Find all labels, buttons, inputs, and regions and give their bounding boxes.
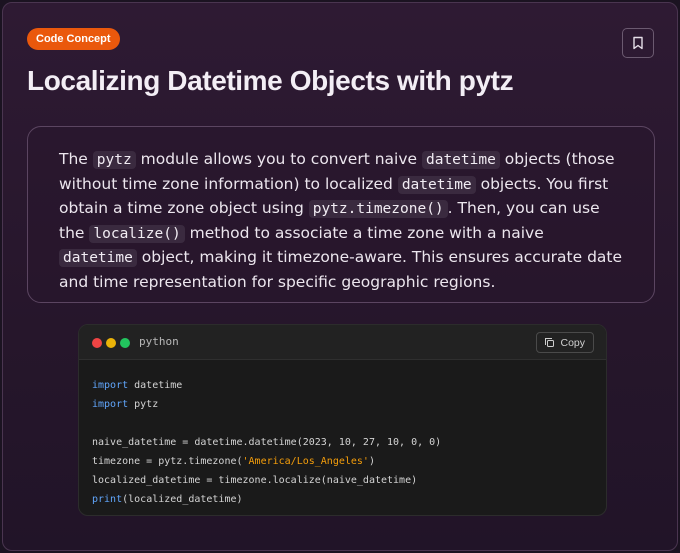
copy-icon — [545, 338, 555, 347]
code-language-label: python — [139, 335, 179, 348]
code-line: print(localized_datetime) — [92, 490, 606, 509]
code-keyword: import — [92, 380, 129, 391]
page-title: Localizing Datetime Objects with pytz — [27, 65, 514, 96]
code-line: naive_datetime = datetime.datetime(2023,… — [92, 433, 606, 452]
code-text: (localized_datetime) — [122, 494, 243, 505]
code-text: pytz — [128, 399, 159, 410]
inline-code: pytz.timezone() — [308, 200, 448, 219]
desc-text: object, making it timezone-aware. This e… — [59, 248, 623, 291]
code-keyword: import — [92, 399, 129, 410]
code-content[interactable]: import datetime import pytz naive_datetime… — [79, 360, 606, 509]
code-line: timezone = pytz.timezone('America/Los_An… — [92, 452, 606, 471]
code-text: localized_datetime = timezone.localize(n… — [92, 475, 418, 486]
inline-code: localize() — [89, 224, 185, 243]
inline-code: datetime — [59, 249, 137, 268]
inline-code: datetime — [397, 175, 476, 194]
code-text: naive_datetime = datetime.datetime(2023,… — [92, 437, 442, 448]
desc-text: method to associate a time zone with a n… — [184, 223, 544, 242]
bookmark-icon — [633, 36, 643, 50]
inline-code: datetime — [421, 151, 500, 169]
copy-label: Copy — [560, 336, 585, 349]
copy-button[interactable]: Copy — [536, 332, 594, 353]
desc-text: module allows you to convert naive — [135, 150, 422, 168]
code-text: timezone = pytz.timezone( — [92, 456, 243, 467]
code-text: ) — [368, 456, 375, 467]
bookmark-button[interactable] — [622, 28, 654, 58]
window-dot-yellow — [106, 338, 116, 348]
inline-code: pytz — [92, 151, 136, 169]
concept-card: Code Concept Localizing Datetime Objects… — [2, 2, 678, 551]
desc-text: The — [59, 150, 93, 168]
category-badge: Code Concept — [27, 28, 120, 50]
code-string: 'America/Los_Angeles' — [242, 456, 369, 467]
description-text: The pytz module allows you to convert na… — [59, 148, 623, 295]
window-dot-green — [120, 338, 130, 348]
code-text: datetime — [128, 380, 183, 391]
code-line: localized_datetime = timezone.localize(n… — [92, 471, 606, 490]
description-box: The pytz module allows you to convert na… — [27, 126, 655, 303]
code-function: print — [92, 494, 123, 505]
code-line: import pytz — [92, 395, 606, 414]
window-dot-red — [92, 338, 102, 348]
code-line: import datetime — [92, 376, 606, 395]
code-block: python Copy import datetime import pytz na… — [78, 324, 607, 516]
code-header: python Copy — [79, 325, 606, 360]
